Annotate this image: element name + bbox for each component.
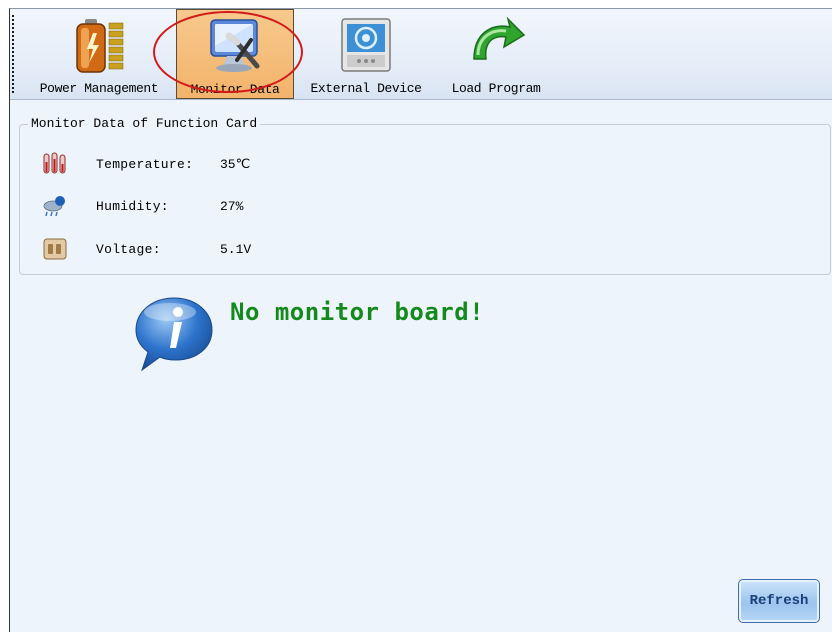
toolbar-item-load-program[interactable]: Load Program [442, 9, 550, 99]
humidity-value: 27% [220, 198, 244, 214]
toolbar-item-monitor-data[interactable]: Monitor Data [176, 9, 294, 99]
voltage-value: 5.1V [220, 241, 252, 257]
no-monitor-message: No monitor board! [230, 298, 485, 326]
voltage-row: Voltage: 5.1V [42, 236, 251, 262]
temperature-row: Temperature: 35℃ [42, 151, 250, 177]
toolbar: Power Management Monitor Data External D… [10, 9, 832, 100]
toolbar-item-label: Load Program [451, 81, 541, 96]
toolbar-item-label: Monitor Data [190, 82, 280, 97]
toolbar-grip[interactable] [12, 15, 14, 93]
humidity-label: Humidity: [96, 198, 169, 214]
group-title: Monitor Data of Function Card [28, 116, 261, 131]
battery-icon [76, 19, 124, 73]
toolbar-item-label: External Device [310, 81, 422, 96]
info-icon [135, 297, 213, 372]
load-arrow-icon [473, 16, 526, 60]
toolbar-item-power-management[interactable]: Power Management [24, 9, 174, 99]
toolbar-item-label: Power Management [39, 81, 159, 96]
temperature-label: Temperature: [96, 156, 194, 172]
thermometer-icon [43, 152, 66, 174]
toolbar-item-external-device[interactable]: External Device [296, 9, 436, 99]
monitor-data-group: Monitor Data of Function Card Temperatur… [19, 116, 831, 275]
external-device-icon [341, 18, 391, 72]
humidity-icon [43, 196, 65, 217]
voltage-label: Voltage: [96, 241, 161, 257]
humidity-row: Humidity: 27% [42, 193, 243, 219]
refresh-button[interactable]: Refresh [738, 579, 820, 623]
voltage-icon [43, 238, 67, 260]
monitor-tools-icon [210, 19, 260, 72]
temperature-value: 35℃ [220, 156, 251, 172]
app-window: Power Management Monitor Data External D… [9, 8, 832, 632]
